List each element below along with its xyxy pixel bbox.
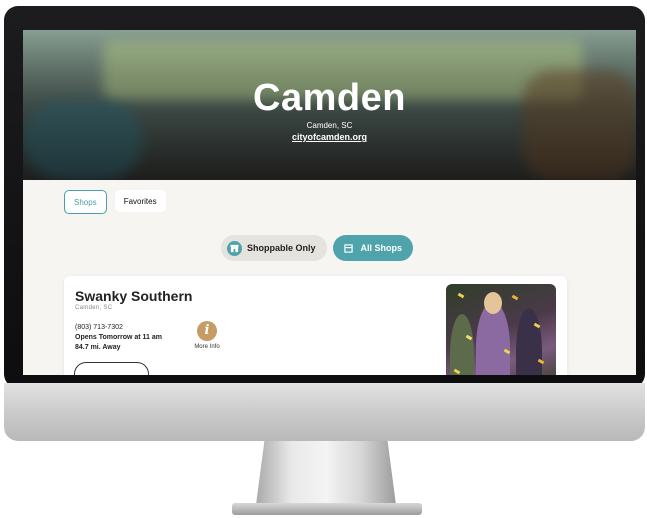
- monitor-frame: Camden Camden, SC cityofcamden.org Shops…: [4, 6, 645, 388]
- shop-hours: Opens Tomorrow at 11 am: [75, 334, 163, 341]
- monitor-stand-base: [232, 503, 422, 515]
- monitor-chin: [4, 383, 645, 441]
- shoppable-only-label: Shoppable Only: [247, 243, 316, 253]
- shop-card[interactable]: Swanky Southern Camden, SC (803) 713-730…: [64, 276, 567, 375]
- monitor-stand-neck: [256, 441, 396, 505]
- shop-distance: 84.7 mi. Away: [75, 344, 121, 351]
- city-title: Camden: [253, 77, 406, 119]
- more-info-label: More Info: [194, 344, 220, 350]
- app-screen: Camden Camden, SC cityofcamden.org Shops…: [23, 30, 636, 375]
- shoppable-only-filter[interactable]: Shoppable Only: [221, 235, 327, 261]
- tab-shops[interactable]: Shops: [64, 190, 107, 214]
- shop-photo: [446, 284, 556, 375]
- city-website-link[interactable]: cityofcamden.org: [23, 132, 636, 142]
- shop-action-button[interactable]: [74, 362, 149, 375]
- city-location: Camden, SC: [306, 121, 353, 130]
- all-shops-filter[interactable]: All Shops: [332, 235, 414, 261]
- shop-phone[interactable]: (803) 713-7302: [75, 324, 123, 331]
- tab-favorites[interactable]: Favorites: [114, 190, 166, 212]
- all-shops-label: All Shops: [360, 243, 403, 253]
- grid-icon: [341, 241, 356, 256]
- shop-city: Camden, SC: [75, 305, 113, 311]
- filter-bar: Shoppable Only All Shops: [221, 235, 414, 261]
- shop-name[interactable]: Swanky Southern: [75, 288, 192, 304]
- tab-bar: Shops Favorites: [64, 190, 166, 214]
- info-icon: i: [197, 321, 217, 341]
- more-info-button[interactable]: i More Info: [192, 321, 222, 350]
- hero-banner: Camden Camden, SC cityofcamden.org: [23, 30, 636, 180]
- store-icon: [227, 240, 242, 256]
